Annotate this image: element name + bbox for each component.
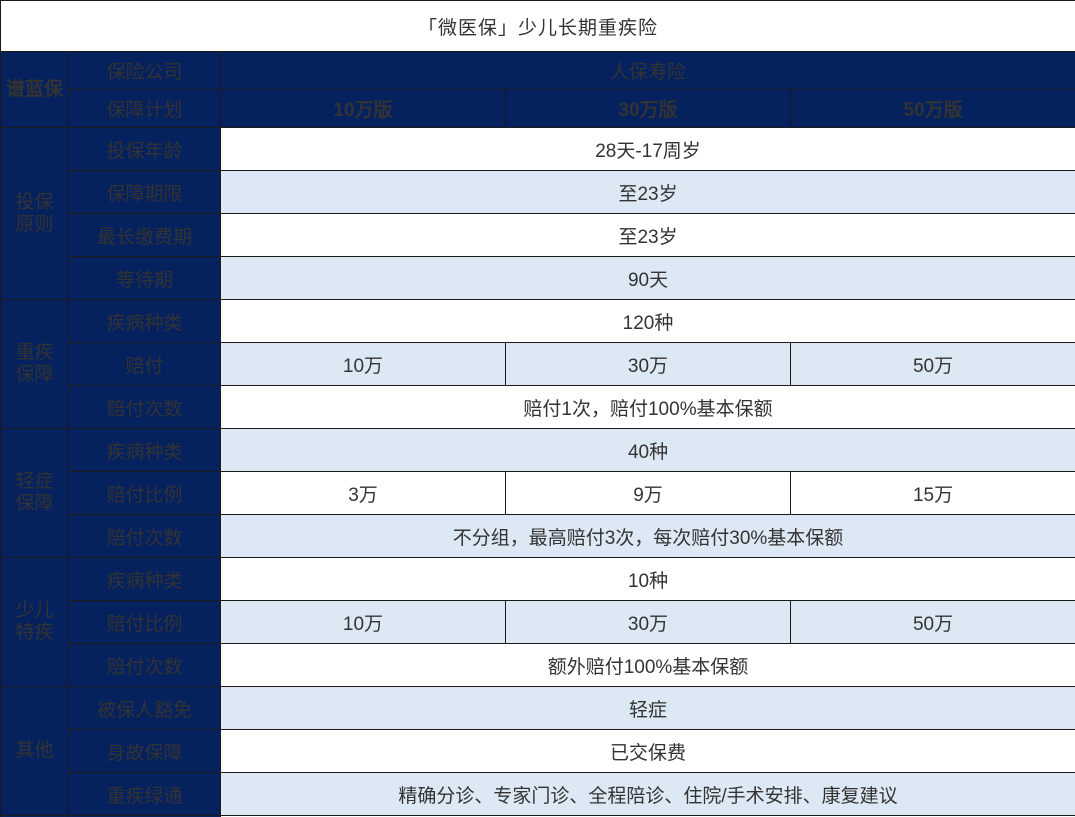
- insurance-comparison-table: 「微医保」少儿长期重疾险 谱蓝保 保险公司 人保寿险 保障计划 10万版 30万…: [0, 0, 1075, 817]
- table-row: 赔付比例 10万 30万 50万: [1, 600, 1075, 644]
- company-name-value: 人保寿险: [219, 51, 1075, 90]
- table-row: 其他 被保人豁免 轻症: [0, 686, 1075, 816]
- row-item-label: 疾病种类: [68, 428, 221, 472]
- company-row: 谱蓝保 保险公司 人保寿险: [0, 51, 1075, 128]
- row-item-label: 赔付比例: [68, 471, 221, 515]
- row-value-merged: 不分组，最高赔付3次，每次赔付30%基本保额: [219, 514, 1075, 558]
- table-row: 重疾 保障 疾病种类 120种: [0, 299, 1075, 429]
- group-label-4: 其他: [0, 686, 69, 816]
- row-value-plan-2: 9万: [505, 471, 791, 515]
- row-value-merged: 赔付1次，赔付100%基本保额: [219, 385, 1075, 429]
- row-value-merged: 至23岁: [219, 213, 1075, 257]
- row-value-merged: 40种: [219, 428, 1075, 472]
- brand-label: 谱蓝保: [5, 78, 63, 100]
- plan-row: 保障计划 10万版 30万版 50万版: [1, 89, 1075, 128]
- company-row-label: 保险公司: [68, 51, 221, 90]
- row-item-label: 保障期限: [68, 170, 221, 214]
- group-label-line: 保障: [15, 364, 54, 385]
- table-row: 重疾绿通 精确分诊、专家门诊、全程陪诊、住院/手术安排、康复建议: [1, 772, 1075, 816]
- table-row: 少儿 特疾 疾病种类 10种: [0, 557, 1075, 687]
- brand-logo-cell: 谱蓝保: [0, 51, 69, 128]
- table-row: 赔付比例 3万 9万 15万: [1, 471, 1075, 515]
- row-item-label: 赔付次数: [68, 643, 221, 687]
- table-row: 赔付次数 赔付1次，赔付100%基本保额: [1, 385, 1075, 429]
- group-label-line: 其他: [15, 740, 54, 762]
- row-value-merged: 28天-17周岁: [219, 127, 1075, 171]
- table-row: 身故保障 已交保费: [1, 729, 1075, 773]
- group-label-line: 原则: [15, 213, 54, 235]
- table-container: 「微医保」少儿长期重疾险 谱蓝保 保险公司 人保寿险 保障计划 10万版 30万…: [0, 0, 1075, 817]
- row-item-label: 最长缴费期: [68, 213, 221, 257]
- row-item-label: 赔付次数: [68, 385, 221, 429]
- row-value-plan-2: 30万: [505, 342, 791, 386]
- row-value-plan-2: 30万: [505, 600, 791, 644]
- table-row: 赔付 10万 30万 50万: [1, 342, 1075, 386]
- row-value-plan-3: 50万: [789, 342, 1075, 386]
- table-row: 投保 原则 投保年龄 28天-17周岁: [0, 127, 1075, 300]
- row-item-label: 等待期: [68, 256, 221, 300]
- group-label-line: 轻症: [15, 471, 54, 493]
- table-row: 轻症 保障 疾病种类 40种: [0, 428, 1075, 558]
- row-value-merged: 10种: [219, 557, 1075, 601]
- row-value-merged: 精确分诊、专家门诊、全程陪诊、住院/手术安排、康复建议: [219, 772, 1075, 816]
- table-row: 保障期限 至23岁: [1, 170, 1075, 214]
- plan-header-1[interactable]: 10万版: [220, 89, 506, 128]
- row-item-label: 赔付比例: [68, 600, 221, 644]
- row-item-label: 被保人豁免: [68, 686, 221, 730]
- plan-row-label: 保障计划: [68, 89, 221, 128]
- group-label-1: 重疾 保障: [0, 299, 69, 429]
- group-label-0: 投保 原则: [0, 127, 69, 300]
- table-body: 「微医保」少儿长期重疾险 谱蓝保 保险公司 人保寿险 保障计划 10万版 30万…: [0, 0, 1075, 817]
- row-value-plan-3: 50万: [789, 600, 1075, 644]
- row-value-merged: 120种: [219, 299, 1075, 343]
- table-row: 最长缴费期 至23岁: [1, 213, 1075, 257]
- table-row: 赔付次数 不分组，最高赔付3次，每次赔付30%基本保额: [1, 514, 1075, 558]
- comparison-table-page: plan 谱蓝保 「微医保」少儿长期重疾险 谱蓝保 保险公司 人保寿险: [0, 0, 1075, 817]
- row-value-merged: 已交保费: [219, 729, 1075, 773]
- title-row: 「微医保」少儿长期重疾险: [0, 0, 1075, 52]
- group-label-line: 投保: [15, 191, 54, 213]
- group-label-line: 重疾: [15, 342, 54, 364]
- group-label-3: 少儿 特疾: [0, 557, 69, 687]
- plan-header-3[interactable]: 50万版: [789, 89, 1075, 128]
- group-label-2: 轻症 保障: [0, 428, 69, 558]
- row-value-plan-1: 10万: [220, 342, 506, 386]
- row-value-plan-1: 3万: [220, 471, 506, 515]
- plan-header-2[interactable]: 30万版: [505, 89, 791, 128]
- row-item-label: 赔付次数: [68, 514, 221, 558]
- row-value-merged: 额外赔付100%基本保额: [219, 643, 1075, 687]
- row-value-plan-3: 15万: [789, 471, 1075, 515]
- table-row: 等待期 90天: [1, 256, 1075, 300]
- table-row: 赔付次数 额外赔付100%基本保额: [1, 643, 1075, 687]
- row-item-label: 疾病种类: [68, 299, 221, 343]
- group-label-line: 特疾: [15, 622, 54, 643]
- row-value-plan-1: 10万: [220, 600, 506, 644]
- row-value-merged: 轻症: [219, 686, 1075, 730]
- page-title: 「微医保」少儿长期重疾险: [0, 0, 1075, 52]
- group-label-line: 少儿: [15, 600, 54, 622]
- row-item-label: 重疾绿通: [68, 772, 221, 816]
- row-value-merged: 90天: [219, 256, 1075, 300]
- group-label-line: 保障: [15, 493, 54, 514]
- row-value-merged: 至23岁: [219, 170, 1075, 214]
- row-item-label: 赔付: [68, 342, 221, 386]
- row-item-label: 疾病种类: [68, 557, 221, 601]
- row-item-label: 身故保障: [68, 729, 221, 773]
- row-item-label: 投保年龄: [68, 127, 221, 171]
